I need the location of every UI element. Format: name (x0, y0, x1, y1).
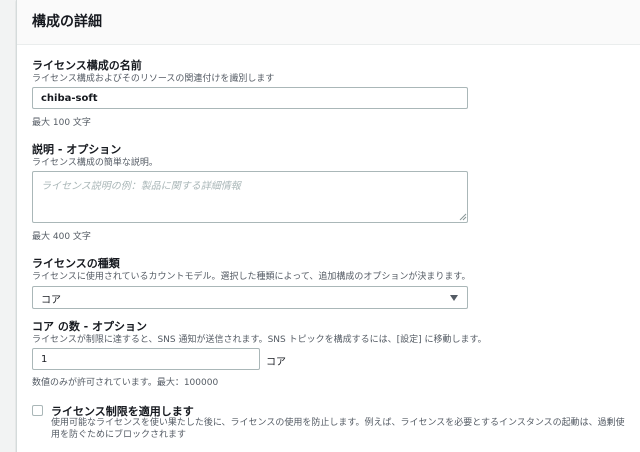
description-textarea[interactable] (32, 171, 468, 223)
description-help: ライセンス構成の簡単な説明。 (32, 158, 158, 168)
core-count-description: ライセンスが制限に達すると、SNS 通知が送信されます。SNS トピックを構成す… (32, 335, 487, 345)
section-title: 構成の詳細 (32, 14, 102, 30)
license-type-selected: コア (41, 295, 61, 306)
license-type-description: ライセンスに使用されているカウントモデル。選択した種類によって、追加構成のオプシ… (32, 272, 471, 282)
license-type-select[interactable]: コア (32, 286, 468, 309)
resize-grip-icon[interactable] (459, 213, 467, 221)
enforce-limit-checkbox[interactable] (32, 405, 43, 416)
name-description: ライセンス構成およびそのリソースの関連付けを識別します (32, 74, 275, 84)
enforce-limit-description: 使用可能なライセンスを使い果たした後に、ライセンスの使用を防止します。例えば、ラ… (51, 418, 625, 440)
core-count-unit: コア (266, 357, 286, 368)
core-count-input[interactable] (32, 348, 260, 370)
configuration-details-panel: 構成の詳細 ライセンス構成の名前 ライセンス構成およびそのリソースの関連付けを識… (16, 0, 640, 452)
name-input[interactable] (32, 87, 468, 109)
core-count-constraint: 数値のみが許可されています。最大：100000 (32, 378, 219, 388)
caret-down-icon (450, 295, 458, 301)
panel-header: 構成の詳細 (17, 0, 640, 45)
description-constraint: 最大 400 文字 (32, 232, 91, 242)
name-constraint: 最大 100 文字 (32, 118, 91, 128)
